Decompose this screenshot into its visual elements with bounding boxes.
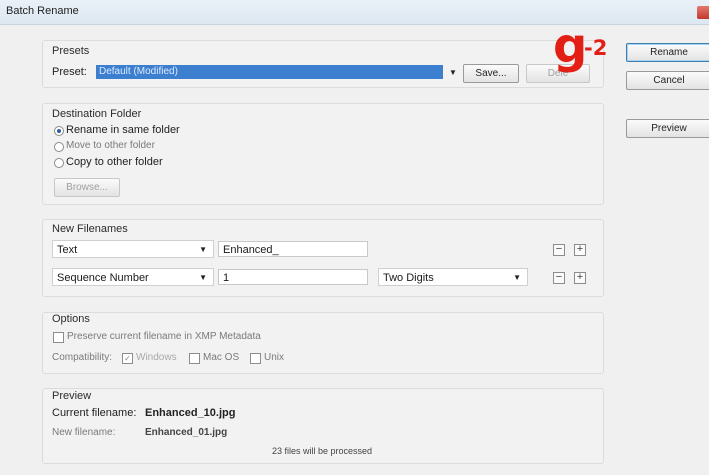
presets-group (42, 40, 604, 88)
unix-checkbox[interactable] (250, 353, 261, 364)
add-row-2-icon[interactable]: + (574, 272, 586, 284)
annotation-letter: g (553, 18, 588, 74)
save-button[interactable]: Save... (463, 64, 519, 83)
unix-label: Unix (264, 352, 285, 363)
preview-group-label: Preview (52, 390, 92, 402)
filename-text-input-1[interactable]: Enhanced_ (218, 241, 368, 257)
annotation-suffix: -2 (584, 36, 608, 60)
cancel-button[interactable]: Cancel (626, 71, 709, 90)
preview-button[interactable]: Preview (626, 119, 709, 138)
move-folder-label: Move to other folder (66, 140, 155, 151)
preset-dropdown-value: Default (Modified) (96, 65, 443, 79)
files-processed-note: 23 files will be processed (272, 446, 373, 456)
macos-label: Mac OS (203, 352, 240, 363)
close-icon[interactable] (697, 6, 709, 19)
rename-button[interactable]: Rename (626, 43, 709, 62)
macos-checkbox[interactable] (189, 353, 200, 364)
batch-rename-dialog: Batch Rename Presets Preset: Default (Mo… (0, 0, 709, 475)
current-filename-label: Current filename: (52, 407, 137, 419)
destination-group-label: Destination Folder (52, 108, 142, 120)
preserve-filename-label: Preserve current filename in XMP Metadat… (67, 331, 261, 342)
chevron-down-icon: ▼ (513, 273, 521, 282)
current-filename-value: Enhanced_10.jpg (145, 407, 236, 419)
new-filenames-group-label: New Filenames (52, 223, 128, 235)
window-title: Batch Rename (6, 5, 79, 17)
rename-same-label: Rename in same folder (66, 124, 180, 136)
presets-group-label: Presets (52, 45, 90, 57)
preserve-filename-checkbox[interactable] (53, 332, 64, 343)
chevron-down-icon: ▼ (199, 245, 207, 254)
radio-move[interactable] (54, 142, 64, 152)
sequence-start-input[interactable]: 1 (218, 269, 368, 285)
remove-row-1-icon[interactable]: − (553, 244, 565, 256)
filename-type-dropdown-1[interactable]: Text ▼ (52, 240, 214, 258)
new-filename-value: Enhanced_01.jpg (145, 427, 228, 438)
filename-type-value-2: Sequence Number (57, 272, 149, 284)
copy-folder-label: Copy to other folder (66, 156, 163, 168)
compatibility-label: Compatibility: (52, 352, 113, 363)
preset-label: Preset: (52, 66, 87, 78)
remove-row-2-icon[interactable]: − (553, 272, 565, 284)
options-group (42, 312, 604, 374)
title-bar: Batch Rename (0, 0, 709, 25)
digits-value: Two Digits (383, 272, 434, 284)
windows-checkbox[interactable]: ✓ (122, 353, 133, 364)
new-filename-label: New filename: (52, 427, 116, 438)
options-group-label: Options (52, 313, 90, 325)
filename-type-dropdown-2[interactable]: Sequence Number ▼ (52, 268, 214, 286)
chevron-down-icon: ▼ (199, 273, 207, 282)
chevron-down-icon: ▼ (449, 68, 457, 77)
radio-rename-same[interactable] (54, 126, 64, 136)
add-row-1-icon[interactable]: + (574, 244, 586, 256)
radio-copy[interactable] (54, 158, 64, 168)
browse-button[interactable]: Browse... (54, 178, 120, 197)
digits-dropdown[interactable]: Two Digits ▼ (378, 268, 528, 286)
filename-type-value-1: Text (57, 244, 78, 256)
windows-label: Windows (136, 352, 177, 363)
